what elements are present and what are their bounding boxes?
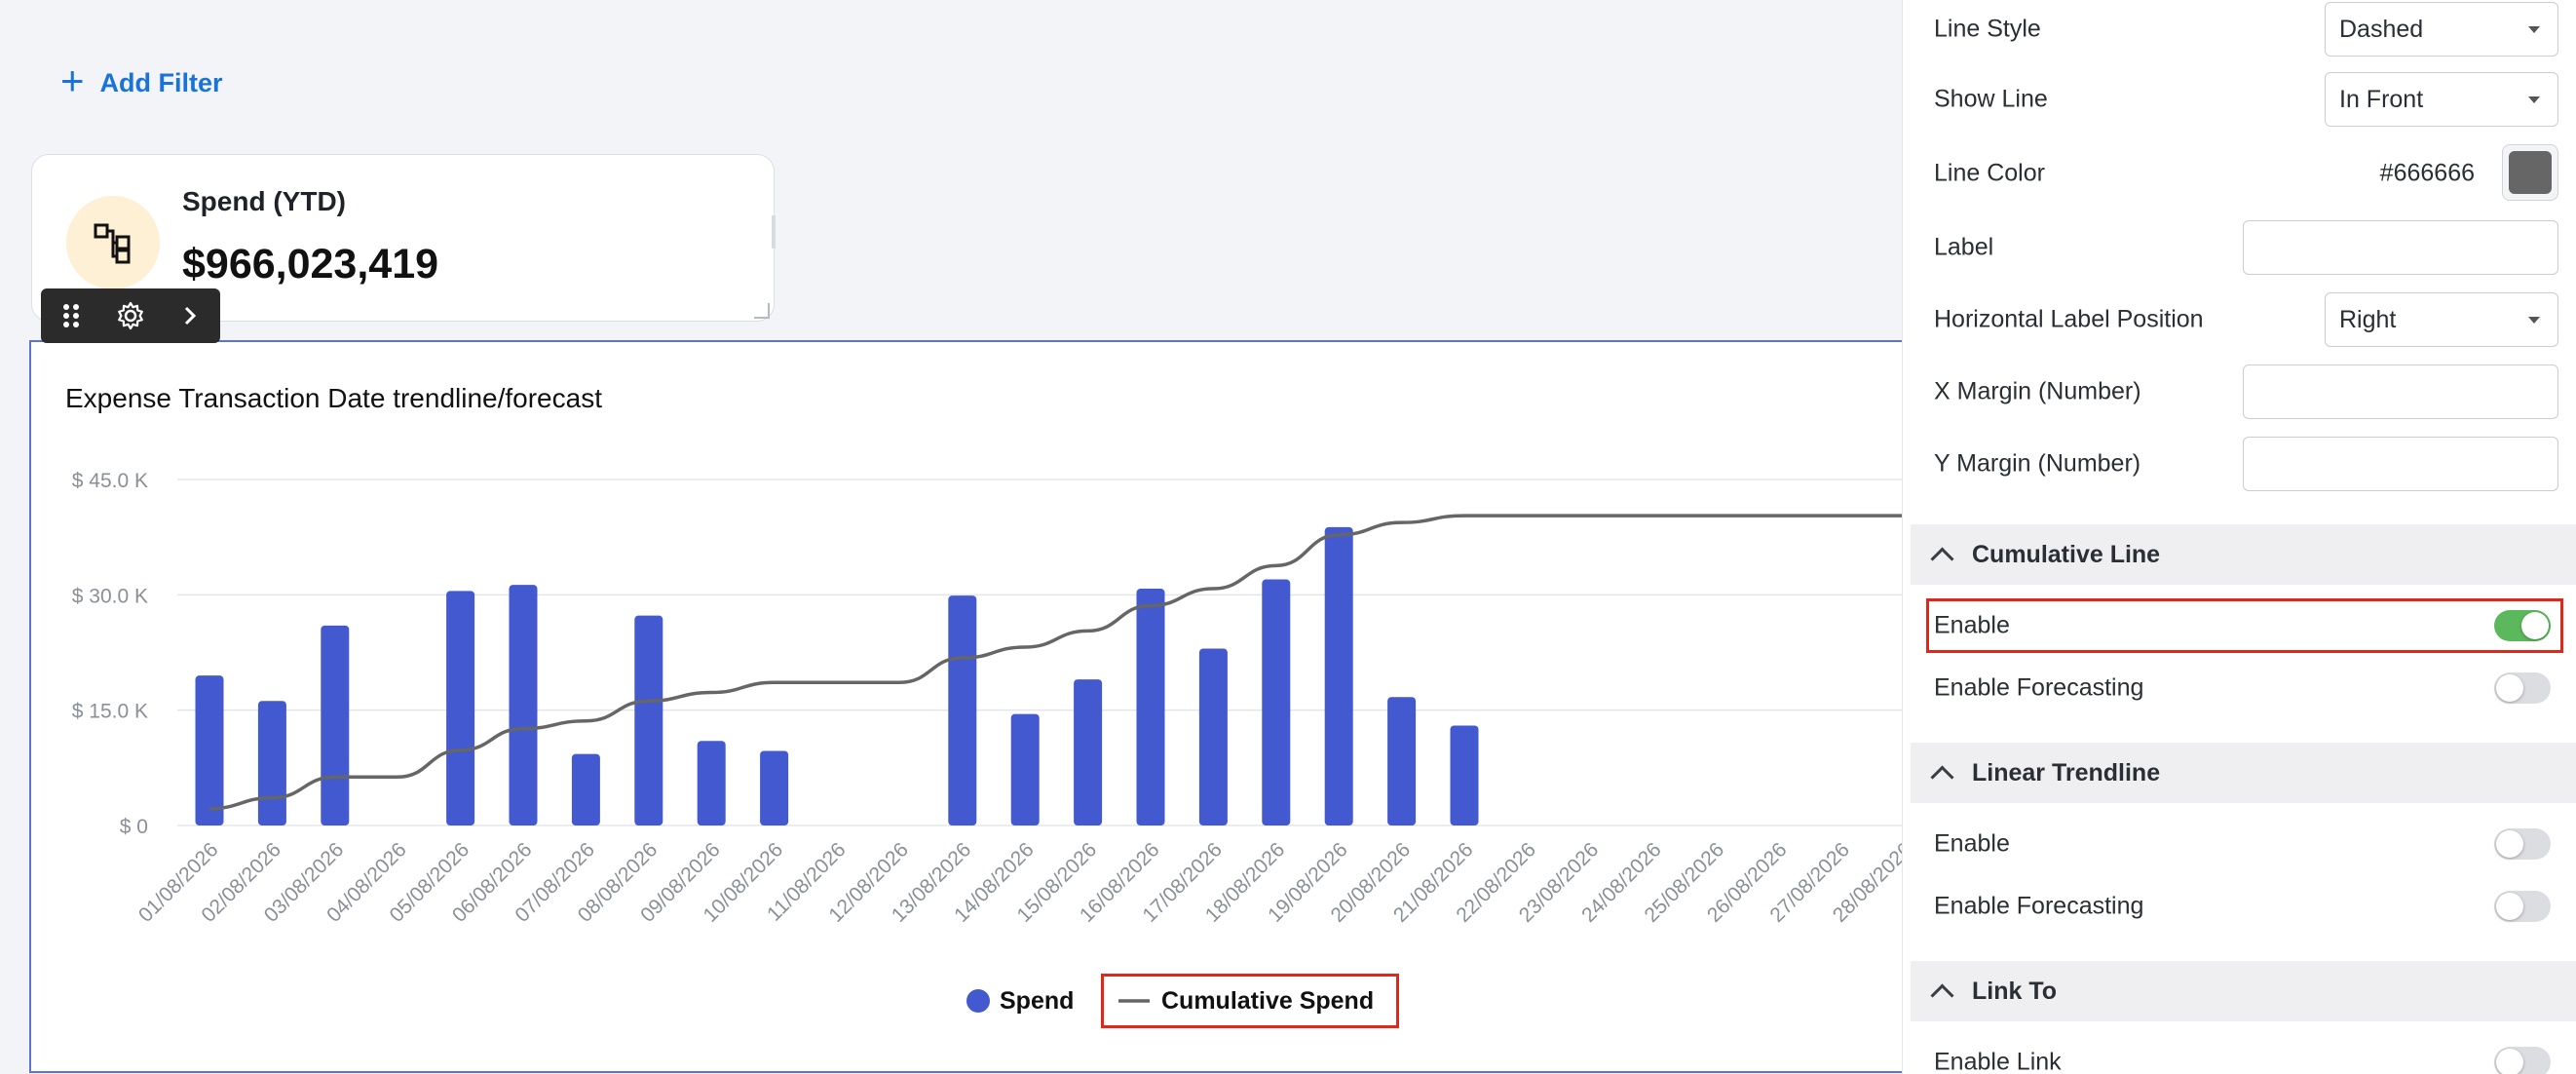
drag-icon[interactable] [48, 292, 95, 339]
enable-highlight [1926, 598, 2563, 653]
chevron-right-icon[interactable] [167, 292, 213, 339]
bar [1136, 589, 1165, 825]
y-margin-input[interactable] [2243, 437, 2558, 491]
legend-marker-spend [966, 989, 990, 1013]
chart-card[interactable]: Expense Transaction Date trendline/forec… [29, 340, 1904, 1073]
show-line-value: In Front [2339, 85, 2424, 113]
line-color-label: Line Color [1934, 159, 2045, 187]
dashboard-canvas: + Add Filter Spend (YTD) $966,023,419 Ex… [0, 0, 1904, 1074]
y-tick-label: $ 45.0 K [72, 470, 148, 492]
gear-icon[interactable] [107, 292, 154, 339]
bar [760, 750, 789, 825]
bar [634, 615, 663, 825]
bar [1262, 579, 1291, 825]
h-label-pos-value: Right [2339, 305, 2397, 333]
cumulative-forecast-toggle[interactable] [2494, 672, 2551, 704]
label-label: Label [1934, 233, 1994, 261]
bar [1074, 679, 1103, 825]
settings-panel: Line Style Dashed Show Line In Front Lin… [1902, 0, 2576, 1074]
legend-highlight [1101, 974, 1399, 1028]
bar [1450, 725, 1479, 825]
bar [1010, 713, 1040, 825]
plus-icon: + [60, 58, 85, 103]
y-tick-label: $ 30.0 K [72, 585, 148, 607]
cumulative-forecast-label: Enable Forecasting [1934, 673, 2144, 702]
line-color-hex: #666666 [2379, 159, 2475, 187]
bar [948, 595, 977, 825]
resize-handle[interactable] [772, 215, 776, 249]
toggle-knob [2496, 1049, 2523, 1074]
add-filter-label: Add Filter [99, 67, 223, 97]
bar [321, 625, 350, 825]
toggle-knob [2496, 674, 2523, 702]
kpi-title: Spend (YTD) [182, 186, 346, 216]
kpi-value: $966,023,419 [182, 241, 439, 288]
chart-svg: $ 0$ 15.0 K$ 30.0 K$ 45.0 K01/08/202602/… [72, 470, 1904, 1015]
color-swatch [2509, 151, 2552, 194]
toggle-knob [2496, 830, 2523, 858]
caret-down-icon [2528, 26, 2540, 33]
section-link-to[interactable]: Link To [1911, 961, 2576, 1021]
line-style-value: Dashed [2339, 15, 2424, 43]
bar [257, 701, 286, 825]
bar [697, 741, 726, 825]
line-style-select[interactable]: Dashed [2325, 2, 2558, 57]
row-line-style: Line Style Dashed [1934, 2, 2558, 57]
row-x-margin: X Margin (Number) [1934, 364, 2558, 419]
linear-forecast-toggle[interactable] [2494, 891, 2551, 922]
x-margin-label: X Margin (Number) [1934, 377, 2141, 405]
section-title: Cumulative Line [1972, 540, 2161, 568]
bar [571, 753, 600, 825]
caret-down-icon [2528, 96, 2540, 103]
y-margin-label: Y Margin (Number) [1934, 449, 2141, 478]
h-label-pos-label: Horizontal Label Position [1934, 305, 2204, 333]
linear-enable-toggle[interactable] [2494, 828, 2551, 860]
row-y-margin: Y Margin (Number) [1934, 437, 2558, 491]
bar [509, 585, 538, 825]
section-title: Linear Trendline [1972, 758, 2161, 786]
link-enable-toggle[interactable] [2494, 1047, 2551, 1074]
chevron-up-icon [1930, 982, 1954, 1008]
h-label-pos-select[interactable]: Right [2325, 292, 2558, 347]
hierarchy-icon [66, 196, 160, 289]
section-title: Link To [1972, 977, 2058, 1005]
resize-corner-icon[interactable] [754, 303, 770, 319]
x-margin-input[interactable] [2243, 364, 2558, 419]
widget-toolbar [41, 288, 220, 343]
link-enable-label: Enable Link [1934, 1048, 2062, 1074]
row-link-enable: Enable Link [1934, 1035, 2558, 1074]
caret-down-icon [2528, 317, 2540, 324]
chevron-up-icon [1930, 546, 1954, 571]
section-linear-trendline[interactable]: Linear Trendline [1911, 743, 2576, 803]
color-swatch-button[interactable] [2502, 144, 2558, 201]
show-line-select[interactable]: In Front [2325, 72, 2558, 127]
row-label: Label [1934, 220, 2558, 275]
add-filter-button[interactable]: + Add Filter [60, 60, 223, 101]
bar [1198, 648, 1228, 825]
y-tick-label: $ 0 [120, 816, 148, 838]
bar [195, 675, 224, 825]
bar [446, 591, 475, 825]
label-input[interactable] [2243, 220, 2558, 275]
line-style-label: Line Style [1934, 15, 2041, 43]
bar [1324, 526, 1353, 825]
toggle-knob [2496, 893, 2523, 920]
row-show-line: Show Line In Front [1934, 72, 2558, 127]
y-tick-label: $ 15.0 K [72, 701, 148, 723]
row-linear-enable: Enable [1934, 817, 2558, 871]
row-line-color: Line Color #666666 [1934, 144, 2558, 201]
chevron-up-icon [1930, 764, 1954, 789]
linear-enable-label: Enable [1934, 829, 2010, 858]
section-cumulative-line[interactable]: Cumulative Line [1911, 524, 2576, 585]
show-line-label: Show Line [1934, 85, 2048, 113]
bar [1387, 697, 1417, 825]
legend-label-spend: Spend [1000, 987, 1074, 1015]
linear-forecast-label: Enable Forecasting [1934, 892, 2144, 920]
row-h-label-pos: Horizontal Label Position Right [1934, 292, 2558, 347]
row-cumulative-forecast: Enable Forecasting [1934, 661, 2558, 715]
row-linear-forecast: Enable Forecasting [1934, 879, 2558, 934]
